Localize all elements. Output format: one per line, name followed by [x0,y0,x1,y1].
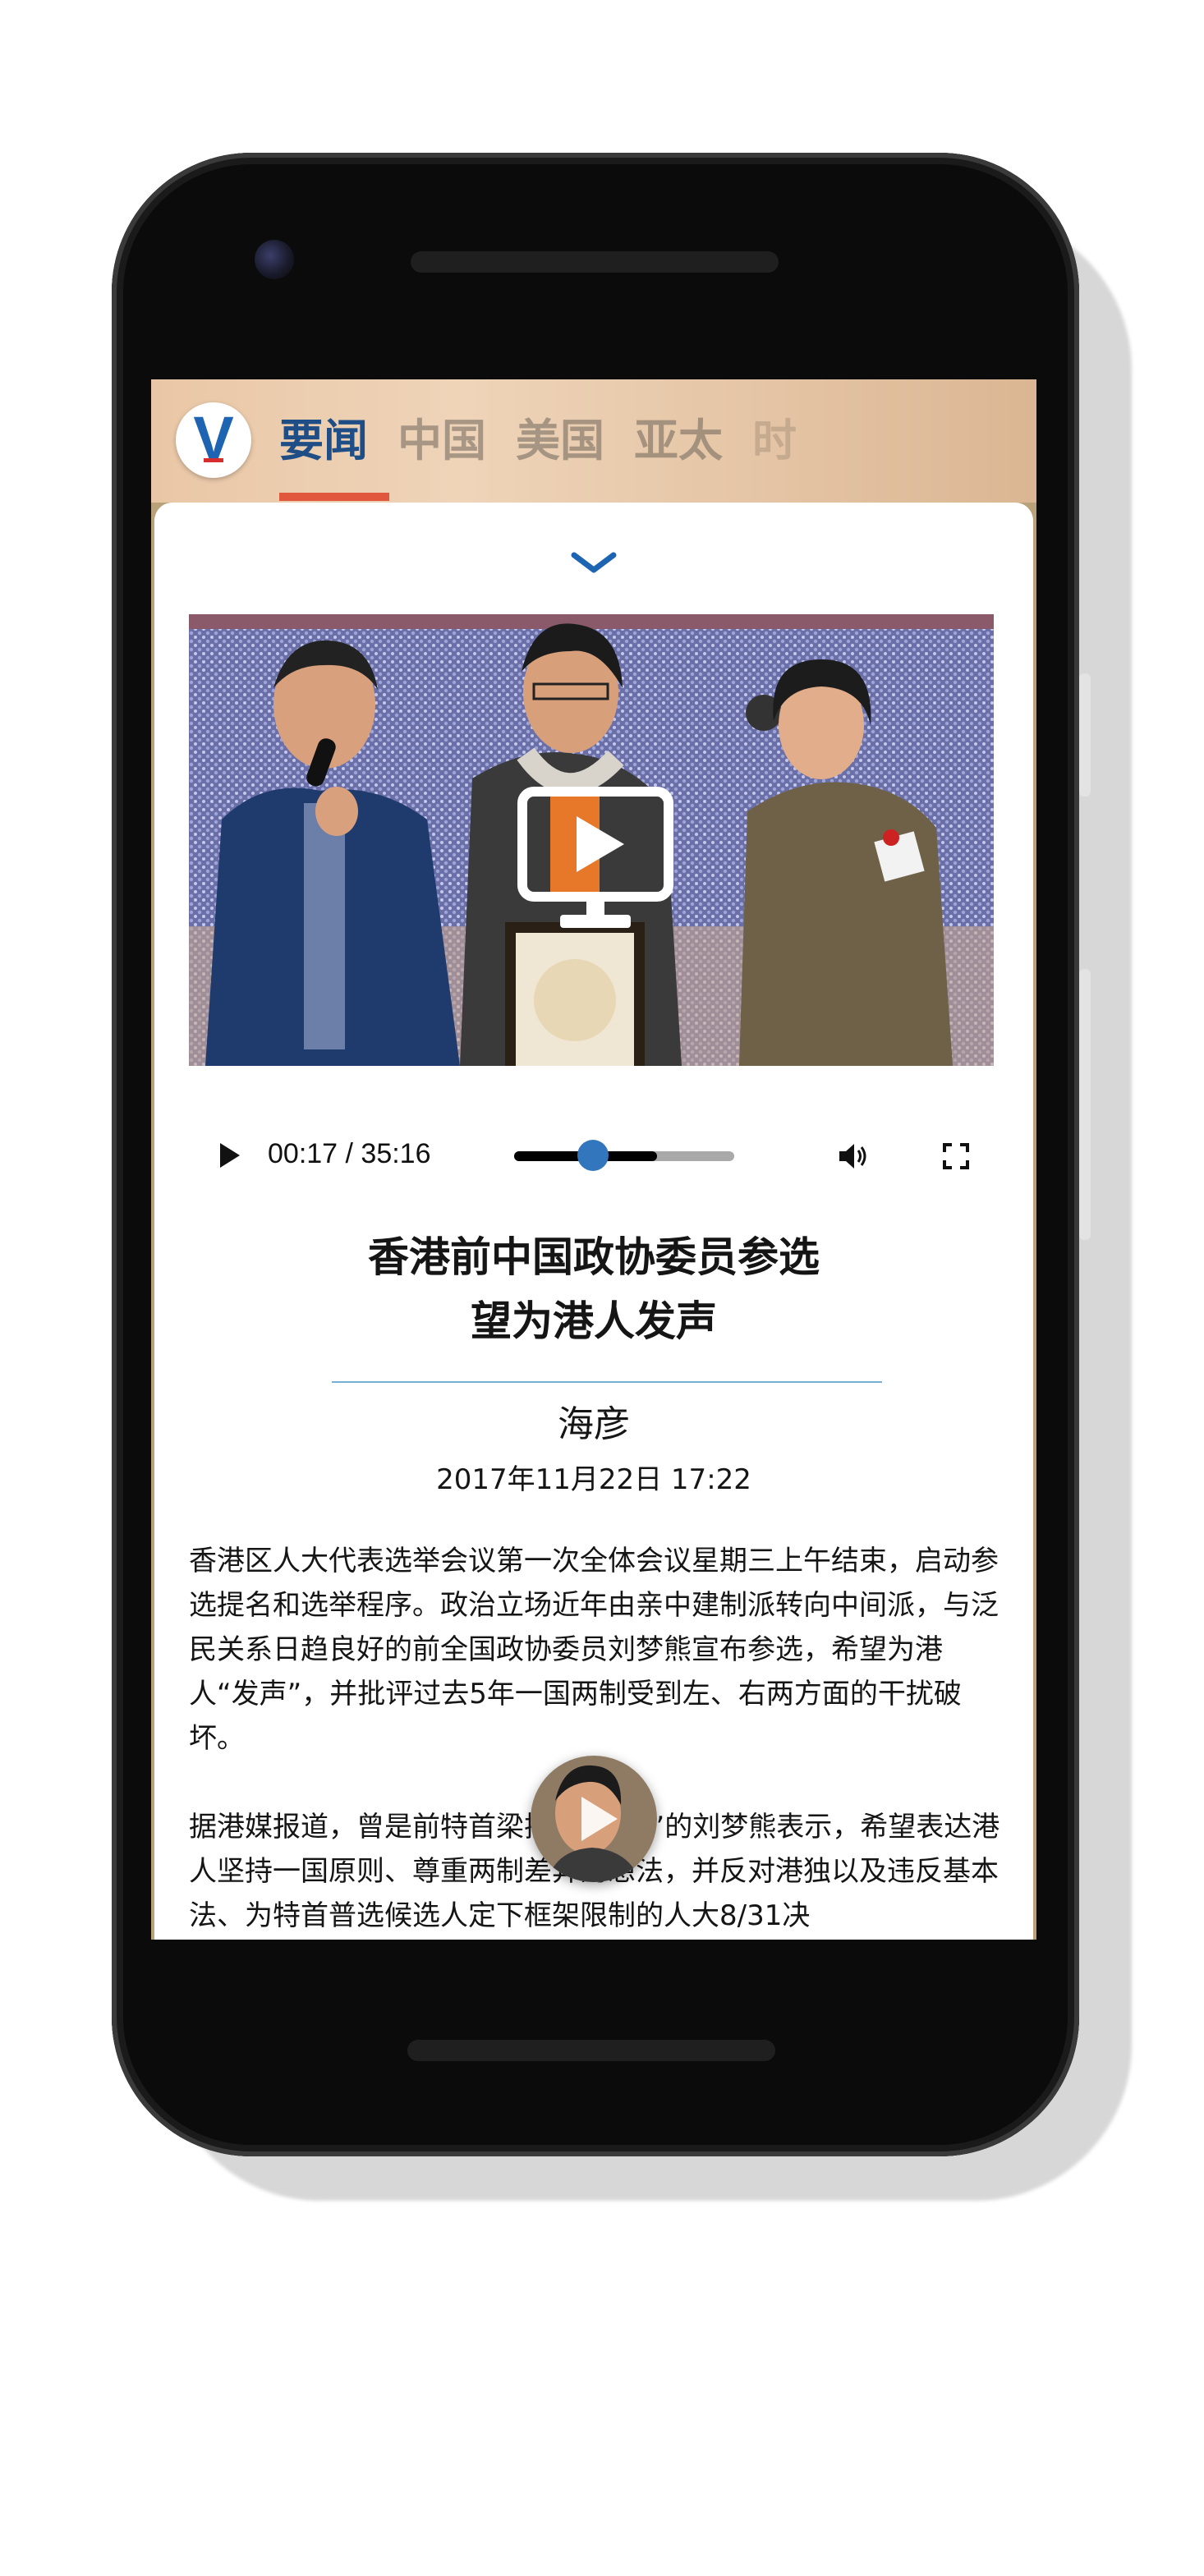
monitor-play-icon[interactable] [517,787,673,934]
tab-label: 时 [752,415,797,466]
tab-china[interactable]: 中国 [398,412,486,470]
tab-label: 亚太 [634,415,723,466]
phone-power-button [1079,673,1091,797]
floating-player-thumbnail [531,1756,657,1882]
phone-volume-button [1079,969,1091,1240]
article-date: 2017年11月22日 17:22 [436,1463,751,1496]
fullscreen-icon[interactable] [941,1141,971,1171]
tab-us[interactable]: 美国 [516,412,604,470]
floating-audio-player[interactable] [531,1756,657,1882]
playback-time: 00:17 / 35:16 [268,1138,431,1169]
tab-label: 美国 [516,415,604,466]
logo-accent [204,458,223,462]
seek-slider[interactable] [514,1140,734,1171]
article-paragraph: 香港区人大代表选举会议第一次全体会议星期三上午结束，启动参选提名和选举程序。政治… [189,1545,999,1755]
category-tabs: 要闻 中国 美国 亚太 时 [279,412,826,501]
top-navigation-bar: V 要闻 中国 美国 亚太 时 [151,379,1036,503]
play-icon[interactable] [215,1141,243,1169]
tab-label: 中国 [398,415,486,466]
article-author: 海彦 [558,1403,630,1445]
article-title-line2: 望为港人发声 [471,1297,717,1345]
front-camera [255,240,294,279]
bottom-speaker [407,2040,775,2061]
video-thumbnail[interactable] [189,614,994,1066]
tab-asia-pacific[interactable]: 亚太 [634,412,723,470]
volume-icon[interactable] [836,1140,869,1173]
tab-label: 要闻 [279,415,368,466]
article-title-line1: 香港前中国政协委员参选 [368,1233,820,1281]
chevron-down-icon[interactable] [569,550,618,575]
tab-headlines[interactable]: 要闻 [279,412,389,501]
active-tab-indicator [279,493,389,501]
app-logo[interactable]: V [176,402,251,478]
title-divider [332,1381,882,1383]
media-controls: 00:17 / 35:16 [189,1127,994,1184]
article-sheet: 00:17 / 35:16 香港前中国政协委员参选 望为港人发声 海彦 2017… [154,503,1033,1940]
phone-screen: V 要闻 中国 美国 亚太 时 00:17 / 35:16 香港前中国政协委员参… [151,379,1036,1940]
tab-current[interactable]: 时 [752,412,797,470]
top-speaker [411,251,779,273]
seek-handle[interactable] [577,1140,609,1171]
article-title: 香港前中国政协委员参选 望为港人发声 [187,1225,1000,1353]
